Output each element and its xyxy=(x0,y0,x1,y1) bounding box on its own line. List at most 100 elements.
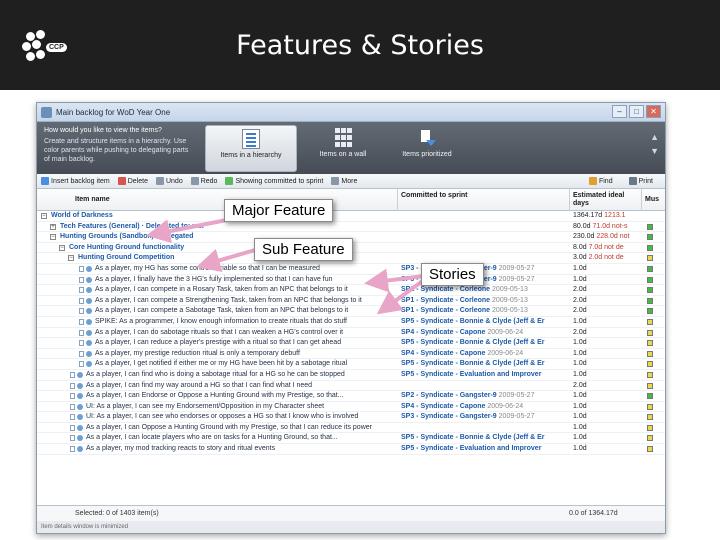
story-row[interactable]: As a player, I can Oppose a Hunting Grou… xyxy=(37,423,665,434)
committed-sprint: SP5 - Syndicate - Bonnie & Clyde (Jeff &… xyxy=(401,317,545,325)
print-label: Print xyxy=(638,177,653,185)
expand-toggle[interactable]: − xyxy=(50,234,56,241)
more-icon xyxy=(331,177,340,185)
story-row[interactable]: As a player, I can find my way around a … xyxy=(37,381,665,392)
story-row[interactable]: As a player, I get notified if either me… xyxy=(37,359,665,370)
item-name[interactable]: As a player, I can find my way around a … xyxy=(86,381,393,392)
story-row[interactable]: As a player, I can Endorse or Oppose a H… xyxy=(37,391,665,402)
ribbon-scroll-arrows[interactable]: ▲ ▼ xyxy=(650,130,659,158)
insert-backlog-item-button[interactable]: Insert backlog item xyxy=(41,177,110,185)
status-indicator xyxy=(647,371,653,378)
item-name[interactable]: As a player, I can compete in a Rosary T… xyxy=(95,285,393,296)
item-name[interactable]: As a player, I can Endorse or Oppose a H… xyxy=(86,391,393,402)
redo-button[interactable]: Redo xyxy=(190,177,217,185)
story-card-icon xyxy=(79,350,84,357)
ideal-days: 2.0d xyxy=(573,296,587,304)
item-name[interactable]: As a player, I finally have the 3 HG's f… xyxy=(95,275,393,286)
expand-toggle[interactable]: − xyxy=(68,255,74,262)
redo-icon xyxy=(190,177,199,185)
view-hierarchy-button[interactable]: Items in a hierarchy xyxy=(205,125,297,172)
view-wall-button[interactable]: Items on a wall xyxy=(303,125,383,172)
status-line: Item details window is minimized xyxy=(37,521,665,533)
status-indicator xyxy=(647,424,653,431)
delete-button[interactable]: Delete xyxy=(117,177,148,185)
minimize-button[interactable]: – xyxy=(612,105,627,118)
story-row[interactable]: As a player, I can locate players who ar… xyxy=(37,433,665,445)
showing-committed-toggle[interactable]: Showing committed to sprint xyxy=(225,177,323,185)
story-card-icon xyxy=(79,287,84,294)
story-row[interactable]: As a player, my mod tracking reacts to s… xyxy=(37,444,665,455)
column-item-name[interactable]: Item name xyxy=(75,196,110,204)
story-row[interactable]: UI: As a player, I can see my Endorsemen… xyxy=(37,402,665,413)
story-row[interactable]: UI: As a player, I can see who endorses … xyxy=(37,412,665,423)
print-button[interactable]: Print xyxy=(628,177,653,185)
ideal-days: 1.0d xyxy=(573,434,587,442)
expand-toggle[interactable]: − xyxy=(59,244,65,251)
story-row[interactable]: As a player, my prestige reduction ritua… xyxy=(37,349,665,360)
status-indicator xyxy=(647,265,653,272)
toolbar: Insert backlog item Delete Undo Redo Sho… xyxy=(37,174,665,189)
item-name[interactable]: As a player, I get notified if either me… xyxy=(95,359,393,370)
window-titlebar: Main backlog for WoD Year One – □ ✕ xyxy=(37,103,665,122)
item-name[interactable]: As a player, I can do sabotage rituals s… xyxy=(95,328,393,339)
filter-icon xyxy=(225,177,234,185)
user-icon xyxy=(86,340,92,347)
committed-sprint: SP5 - Syndicate - Bonnie & Clyde (Jeff &… xyxy=(401,360,545,368)
item-name[interactable]: As a player, I can reduce a player's pre… xyxy=(95,338,393,349)
ideal-days: 1.0d xyxy=(573,370,587,378)
feature-row[interactable]: − World of Darkness 1364.17d 1213.1 xyxy=(37,211,665,222)
ideal-days: 1.0d xyxy=(573,402,587,410)
item-name[interactable]: As a player, I can find who is doing a s… xyxy=(86,370,393,381)
item-name[interactable]: As a player, I can locate players who ar… xyxy=(86,433,393,444)
status-indicator xyxy=(647,297,653,304)
user-icon xyxy=(86,318,92,325)
status-indicator xyxy=(647,287,653,294)
feature-row[interactable]: + Tech Features (General) · Delegated to:… xyxy=(37,222,665,233)
view-hierarchy-label: Items in a hierarchy xyxy=(220,152,282,159)
column-committed[interactable]: Committed to sprint xyxy=(401,192,481,200)
view-prioritized-label: Items prioritized xyxy=(402,151,452,158)
item-name[interactable]: SPIKE: As a programmer, I know enough in… xyxy=(95,317,393,328)
item-name[interactable]: World of Darkness xyxy=(51,211,393,222)
prioritized-icon xyxy=(418,128,436,148)
more-button[interactable]: More xyxy=(331,177,357,185)
column-ideal-days[interactable]: Estimated ideal days xyxy=(573,192,633,208)
item-name[interactable]: Tech Features (General) · Delegated to: … xyxy=(60,222,393,233)
user-icon xyxy=(77,414,83,421)
story-row[interactable]: As a player, I can find who is doing a s… xyxy=(37,370,665,381)
story-card-icon xyxy=(70,414,75,421)
item-name[interactable]: UI: As a player, I can see who endorses … xyxy=(86,412,393,423)
column-must[interactable]: Mus xyxy=(645,196,659,204)
insert-label: Insert backlog item xyxy=(51,177,110,185)
story-row[interactable]: As a player, I can compete in a Rosary T… xyxy=(37,285,665,296)
ideal-days: 1.0d xyxy=(573,339,587,347)
story-row[interactable]: As a player, I can do sabotage rituals s… xyxy=(37,328,665,339)
status-indicator xyxy=(647,350,653,357)
app-icon xyxy=(41,106,52,118)
story-row[interactable]: As a player, I can reduce a player's pre… xyxy=(37,338,665,349)
status-indicator xyxy=(647,244,653,251)
story-row[interactable]: As a player, I can compete a Sabotage Ta… xyxy=(37,306,665,317)
wall-icon xyxy=(334,128,352,148)
item-name[interactable]: UI: As a player, I can see my Endorsemen… xyxy=(86,402,393,413)
view-prioritized-button[interactable]: Items prioritized xyxy=(387,125,467,172)
item-name[interactable]: As a player, I can compete a Sabotage Ta… xyxy=(95,306,393,317)
item-name[interactable]: As a player, my HG has some control vari… xyxy=(95,264,393,275)
story-row[interactable]: As a player, I can compete a Strengtheni… xyxy=(37,296,665,307)
maximize-button[interactable]: □ xyxy=(629,105,644,118)
window-footer: Selected: 0 of 1403 item(s) 0.0 of 1364.… xyxy=(37,505,665,521)
item-name[interactable]: As a player, I can Oppose a Hunting Grou… xyxy=(86,423,393,434)
expand-toggle[interactable]: + xyxy=(50,223,56,230)
undo-button[interactable]: Undo xyxy=(155,177,183,185)
close-button[interactable]: ✕ xyxy=(646,105,661,118)
story-row[interactable]: As a player, my HG has some control vari… xyxy=(37,264,665,275)
item-name[interactable]: As a player, I can compete a Strengtheni… xyxy=(95,296,393,307)
status-indicator xyxy=(647,223,653,230)
story-row[interactable]: SPIKE: As a programmer, I know enough in… xyxy=(37,317,665,328)
find-button[interactable]: Find xyxy=(588,177,613,185)
item-name[interactable]: As a player, my prestige reduction ritua… xyxy=(95,349,393,360)
story-card-icon xyxy=(70,393,75,400)
expand-toggle[interactable]: − xyxy=(41,213,47,219)
item-name[interactable]: As a player, my mod tracking reacts to s… xyxy=(86,444,393,455)
story-row[interactable]: As a player, I finally have the 3 HG's f… xyxy=(37,275,665,286)
